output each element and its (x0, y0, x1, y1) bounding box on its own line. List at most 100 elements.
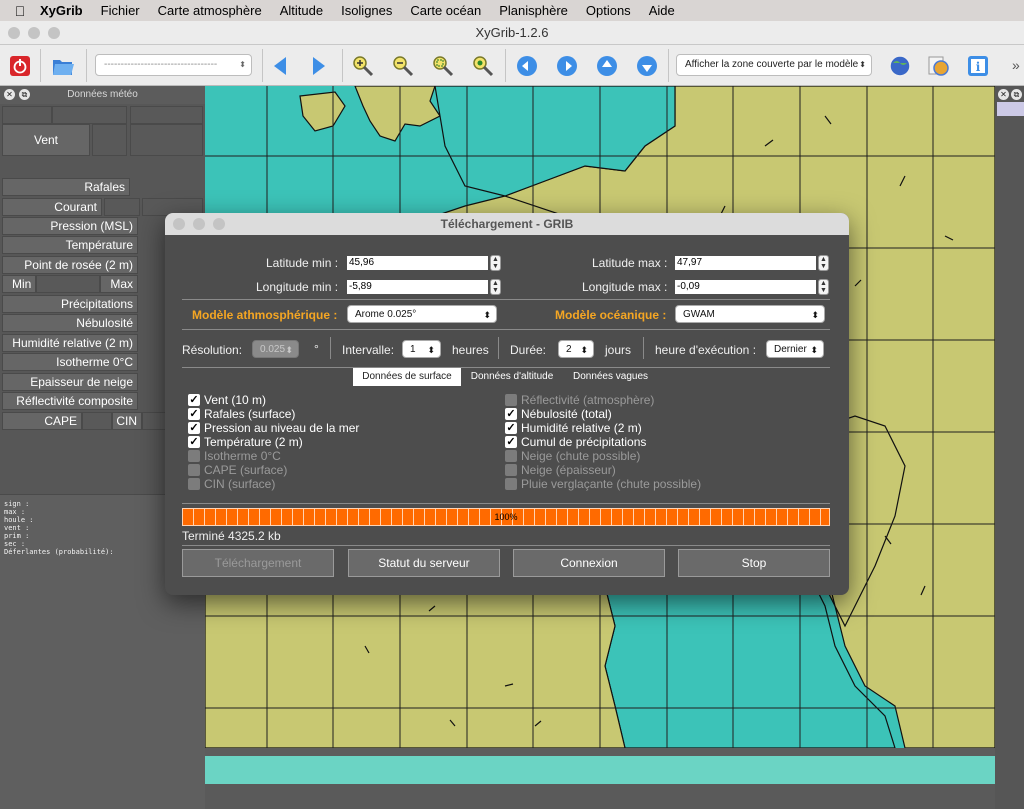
menu-options[interactable]: Options (586, 3, 631, 18)
atmo-model-select[interactable]: Arome 0.025° ⬍ (347, 305, 497, 323)
checkbox-label: Vent (10 m) (204, 393, 267, 407)
data-cell (130, 124, 203, 156)
tab-waves[interactable]: Données vagues (563, 368, 658, 386)
checkbox-cloud-cover[interactable]: ✓ Nébulosité (total) (505, 407, 612, 421)
checkbox-precip-total[interactable]: ✓ Cumul de précipitations (505, 435, 646, 449)
float-panel-icon[interactable]: ⧉ (1011, 89, 1022, 100)
checkbox-label: Neige (épaisseur) (521, 463, 616, 477)
ocean-model-label: Modèle océanique : (555, 308, 667, 322)
model-zone-combo[interactable]: Afficher la zone couverte par le modèle … (676, 54, 872, 76)
row-temperature-label: Température (65, 238, 133, 252)
dialog-zoom-button[interactable] (213, 218, 225, 230)
pan-down-button[interactable] (634, 53, 660, 79)
lon-min-stepper[interactable]: ▲ ▼ (490, 279, 501, 295)
menu-aide[interactable]: Aide (649, 3, 675, 18)
lon-max-stepper[interactable]: ▲ ▼ (818, 279, 829, 295)
wave-info-text: sign : max : houle : vent : prim : sec :… (4, 500, 114, 556)
previous-step-button[interactable] (267, 53, 293, 79)
connect-button[interactable]: Connexion (513, 549, 665, 577)
model-zone-value: Afficher la zone couverte par le modèle (685, 59, 859, 70)
checkbox-isotherm[interactable]: Isotherme 0°C (188, 449, 281, 463)
download-status: Terminé 4325.2 kb (182, 529, 281, 543)
close-panel-icon[interactable]: ✕ (4, 89, 15, 100)
zoom-all-button[interactable] (470, 53, 496, 79)
pan-left-button[interactable] (514, 53, 540, 79)
checkbox-gusts[interactable]: ✓ Rafales (surface) (188, 407, 295, 421)
run-select[interactable]: Dernier ⬍ (766, 340, 824, 358)
lat-max-stepper[interactable]: ▲ ▼ (818, 255, 829, 271)
checkbox-reflectivity[interactable]: Réflectivité (atmosphère) (505, 393, 654, 407)
circle-arrow-right-icon (557, 56, 577, 76)
minimize-window-button[interactable] (28, 27, 40, 39)
menu-fichier[interactable]: Fichier (101, 3, 140, 18)
download-grib-button[interactable] (887, 53, 913, 79)
menu-carte-atmosphere[interactable]: Carte atmosphère (158, 3, 262, 18)
checkbox-freezing-rain[interactable]: Pluie verglaçante (chute possible) (505, 477, 701, 491)
interval-select[interactable]: 1 ⬍ (402, 340, 441, 358)
close-window-button[interactable] (8, 27, 20, 39)
lon-max-field[interactable]: -0,09 (675, 280, 816, 294)
toolbar-overflow-icon[interactable]: » (1012, 57, 1020, 73)
zoom-window-button[interactable] (48, 27, 60, 39)
pan-up-button[interactable] (594, 53, 620, 79)
pan-right-button[interactable] (554, 53, 580, 79)
lat-min-stepper[interactable]: ▲ ▼ (490, 255, 501, 271)
download-button[interactable]: Téléchargement (182, 549, 334, 577)
zoom-out-button[interactable] (390, 53, 416, 79)
zoom-selection-button[interactable] (430, 53, 456, 79)
toolbar: ---------------------------------- ⬍ Aff… (0, 45, 1024, 86)
menu-app[interactable]: XyGrib (40, 3, 83, 18)
close-panel-icon[interactable]: ✕ (998, 89, 1009, 100)
row-neige: Epaisseur de neige (2, 373, 138, 391)
checkbox-label: Isotherme 0°C (204, 449, 281, 463)
lon-min-field[interactable]: -5,89 (347, 280, 488, 294)
checkbox-temperature[interactable]: ✓ Température (2 m) (188, 435, 303, 449)
row-courant-label: Courant (54, 200, 97, 214)
zoom-in-button[interactable] (350, 53, 376, 79)
apple-menu-icon[interactable]:  (0, 3, 40, 19)
svg-text:i: i (976, 60, 981, 74)
checkbox-cape[interactable]: CAPE (surface) (188, 463, 287, 477)
open-file-button[interactable] (50, 53, 76, 79)
ocean-model-select[interactable]: GWAM ⬍ (675, 305, 825, 323)
lat-max-label: Latitude max : (592, 256, 668, 270)
stop-button[interactable]: Stop (678, 549, 830, 577)
row-reflectivite: Réflectivité composite (2, 392, 138, 410)
file-history-combo[interactable]: ---------------------------------- ⬍ (95, 54, 252, 76)
row-isotherme: Isotherme 0°C (2, 353, 138, 371)
lat-max-field[interactable]: 47,97 (675, 256, 816, 270)
checkbox-box (188, 478, 200, 490)
menu-isolignes[interactable]: Isolignes (341, 3, 392, 18)
next-step-button[interactable] (306, 53, 332, 79)
dialog-minimize-button[interactable] (193, 218, 205, 230)
menu-bar:  XyGrib Fichier Carte atmosphère Altitu… (0, 0, 1024, 21)
dialog-close-button[interactable] (173, 218, 185, 230)
row-nebulosite-label: Nébulosité (76, 316, 133, 330)
resolution-select[interactable]: 0.025 ⬍ (252, 340, 299, 358)
checkbox-wind[interactable]: ✓ Vent (10 m) (188, 393, 266, 407)
data-cell (2, 106, 52, 124)
checkbox-snow-depth[interactable]: Neige (épaisseur) (505, 463, 616, 477)
file-info-button[interactable]: i (965, 53, 991, 79)
right-panel-content (997, 102, 1024, 116)
row-precipitations-label: Précipitations (60, 297, 133, 311)
checkbox-humidity[interactable]: ✓ Humidité relative (2 m) (505, 421, 642, 435)
float-panel-icon[interactable]: ⧉ (19, 89, 30, 100)
load-file-button[interactable] (925, 53, 951, 79)
server-status-button[interactable]: Statut du serveur (348, 549, 500, 577)
checkbox-cin[interactable]: CIN (surface) (188, 477, 275, 491)
checkbox-snow-fall[interactable]: Neige (chute possible) (505, 449, 640, 463)
duration-select[interactable]: 2 ⬍ (558, 340, 594, 358)
arrow-right-icon (313, 57, 325, 75)
panel-title-text: Données météo (67, 89, 138, 100)
circle-arrow-down-icon (637, 56, 657, 76)
duration-label: Durée: (510, 343, 547, 357)
checkbox-pressure[interactable]: ✓ Pression au niveau de la mer (188, 421, 359, 435)
menu-carte-ocean[interactable]: Carte océan (410, 3, 481, 18)
tab-surface[interactable]: Données de surface (353, 368, 461, 386)
lat-min-field[interactable]: 45,96 (347, 256, 488, 270)
menu-planisphere[interactable]: Planisphère (499, 3, 568, 18)
tab-altitude[interactable]: Données d'altitude (463, 368, 561, 386)
menu-altitude[interactable]: Altitude (280, 3, 323, 18)
quit-button[interactable] (7, 53, 33, 79)
